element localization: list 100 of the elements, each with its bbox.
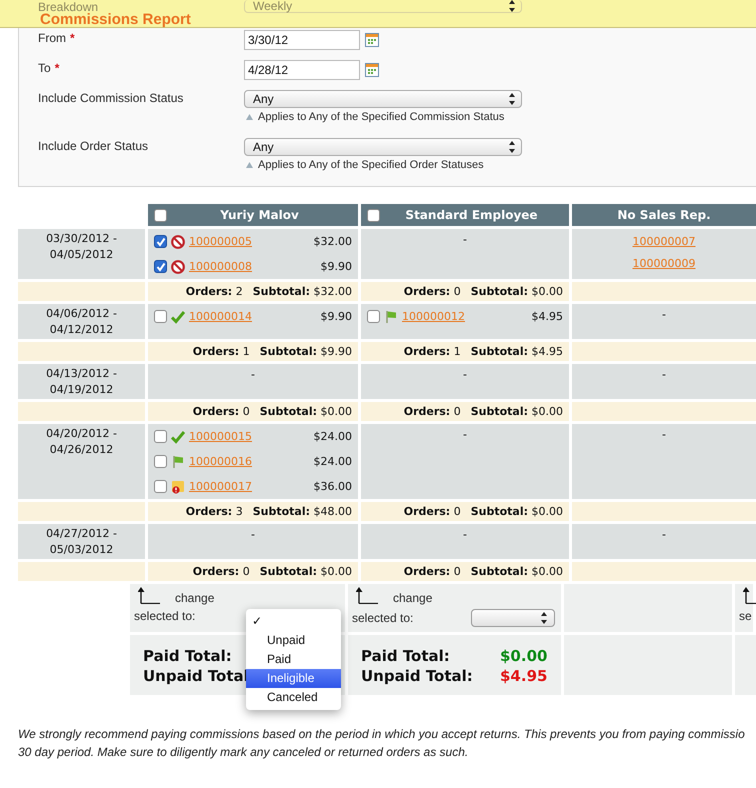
- check-mark-icon: [171, 430, 185, 444]
- select-dropdown[interactable]: Weekly: [244, 0, 522, 13]
- date-range: 04/06/2012 - 04/12/2012: [18, 304, 145, 339]
- menu-item[interactable]: ✓: [246, 612, 341, 631]
- order-link[interactable]: 100000008: [189, 260, 252, 273]
- subtotal-amount: Subtotal: $32.00: [252, 285, 352, 298]
- date-range: 03/30/2012 - 04/05/2012: [18, 229, 145, 279]
- updown-arrows-icon: [540, 611, 548, 625]
- column-title: No Sales Rep.: [616, 208, 712, 222]
- updown-arrows-icon: [508, 92, 516, 106]
- status-select[interactable]: [471, 609, 555, 627]
- order-link[interactable]: 100000007: [632, 234, 696, 248]
- updown-arrows-icon: [508, 0, 516, 13]
- order-link[interactable]: 100000005: [189, 235, 252, 248]
- checkbox[interactable]: [154, 480, 167, 493]
- order-link[interactable]: 100000012: [402, 310, 465, 323]
- menu-item[interactable]: Ineligible: [246, 669, 341, 688]
- order-link[interactable]: 100000014: [189, 310, 252, 323]
- required-mark: *: [70, 31, 75, 45]
- date-field[interactable]: 3/30/12: [244, 30, 360, 50]
- order-amount: $24.00: [314, 430, 352, 443]
- menu-item[interactable]: Paid: [246, 650, 341, 669]
- updown-arrows-icon: [508, 140, 516, 154]
- subtotal-amount: Subtotal: $4.95: [470, 345, 563, 358]
- warning-folder-icon: [171, 480, 185, 494]
- order-amount: $32.00: [314, 235, 352, 248]
- change-label: change: [175, 592, 214, 604]
- calendar-icon: [365, 63, 379, 77]
- field-label: To: [38, 61, 51, 75]
- check-mark: ✓: [252, 613, 262, 630]
- order-amount: $9.90: [320, 310, 352, 323]
- required-mark: *: [54, 61, 60, 75]
- empty-value: -: [661, 307, 667, 323]
- subtotal-amount: Subtotal: $0.00: [470, 565, 563, 578]
- select-dropdown[interactable]: Any: [244, 138, 522, 156]
- order-amount: $24.00: [314, 455, 352, 468]
- subtotal-amount: Subtotal: $48.00: [252, 505, 352, 518]
- date-range: 04/20/2012 - 04/26/2012: [18, 424, 145, 499]
- paid-total-value: $0.00: [500, 646, 548, 666]
- selected-to-label: se: [739, 609, 752, 623]
- order-link[interactable]: 100000017: [189, 480, 252, 493]
- change-label: change: [393, 592, 432, 604]
- selected-to-label: selected to:: [352, 611, 414, 625]
- field-label: Breakdown: [38, 0, 98, 14]
- order-count: Orders: 1: [404, 345, 461, 358]
- empty-value: -: [661, 367, 667, 383]
- date-range: 04/27/2012 - 05/03/2012: [18, 524, 145, 559]
- menu-item[interactable]: Canceled: [246, 688, 341, 707]
- field-label: Include Order Status: [38, 139, 148, 153]
- order-amount: $4.95: [532, 310, 563, 323]
- page-title: Commissions Report: [40, 12, 191, 27]
- order-count: Orders: 3: [186, 505, 243, 518]
- column-title: Standard Employee: [404, 208, 539, 222]
- flag-icon: [384, 310, 398, 324]
- checkbox[interactable]: [367, 208, 380, 222]
- triangle-icon: [246, 114, 253, 120]
- empty-value: -: [250, 367, 256, 383]
- menu-item[interactable]: Unpaid: [246, 631, 341, 650]
- empty-value: -: [661, 427, 667, 443]
- order-count: Orders: 0: [404, 405, 461, 418]
- checkbox[interactable]: [367, 310, 380, 323]
- checkbox[interactable]: [154, 310, 167, 323]
- order-link[interactable]: 100000009: [632, 256, 696, 270]
- checkbox[interactable]: [154, 260, 167, 273]
- subtotal-amount: Subtotal: $0.00: [470, 505, 563, 518]
- unpaid-total-value: $4.95: [500, 666, 548, 686]
- select-dropdown[interactable]: Any: [244, 90, 522, 108]
- order-link[interactable]: 100000016: [189, 455, 252, 468]
- paid-total-label: Paid Total:: [361, 646, 450, 666]
- subtotal-amount: Subtotal: $9.90: [260, 345, 352, 358]
- order-amount: $9.90: [320, 260, 352, 273]
- order-count: Orders: 0: [404, 565, 461, 578]
- hint-text: Applies to Any of the Specified Order Statuses: [258, 159, 484, 171]
- unpaid-total-label: Unpaid Total:: [361, 666, 473, 686]
- check-mark-icon: [171, 310, 185, 324]
- paid-total-label: Paid Total:: [143, 646, 232, 666]
- checkbox[interactable]: [154, 208, 167, 222]
- checkbox[interactable]: [154, 235, 167, 248]
- order-count: Orders: 0: [192, 565, 250, 578]
- checkbox[interactable]: [154, 430, 167, 443]
- hint-text: Applies to Any of the Specified Commission Status: [258, 111, 504, 123]
- order-link[interactable]: 100000015: [189, 430, 252, 443]
- empty-value: -: [462, 527, 468, 543]
- date-field[interactable]: 4/28/12: [244, 60, 360, 80]
- empty-value: -: [462, 232, 468, 248]
- checkbox[interactable]: [154, 455, 167, 468]
- flag-icon: [171, 454, 185, 468]
- field-label: From: [38, 31, 66, 45]
- triangle-icon: [246, 162, 253, 168]
- calendar-icon: [365, 33, 379, 47]
- subtotal-amount: Subtotal: $0.00: [470, 285, 563, 298]
- order-count: Orders: 0: [404, 285, 461, 298]
- subtotal-amount: Subtotal: $0.00: [260, 565, 352, 578]
- no-entry-icon: [171, 260, 185, 274]
- field-label: Include Commission Status: [38, 91, 184, 105]
- empty-value: -: [661, 527, 667, 543]
- order-count: Orders: 0: [192, 405, 250, 418]
- subtotal-amount: Subtotal: $0.00: [260, 405, 352, 418]
- advice-paragraph: We strongly recommend paying commissions based on the period in which you accept returns. This prevents you from paying commissio 30 day period. Make sure to diligently mark any canceled or returned orders as such.: [18, 726, 746, 761]
- date-range: 04/13/2012 - 04/19/2012: [18, 364, 145, 399]
